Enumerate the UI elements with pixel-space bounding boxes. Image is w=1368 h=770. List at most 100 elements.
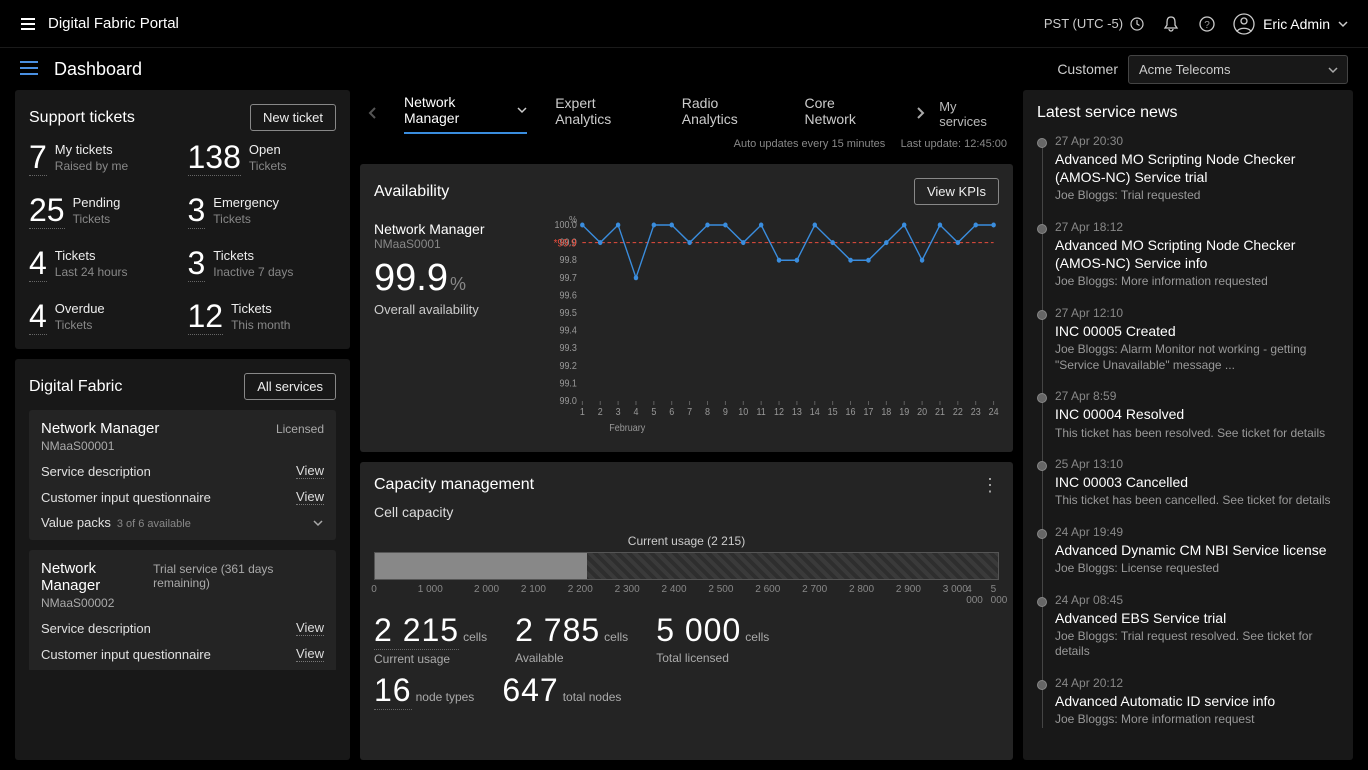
news-headline: Advanced EBS Service trial	[1055, 609, 1339, 627]
ticket-stat[interactable]: 3 Emergency Tickets	[188, 194, 337, 229]
news-item[interactable]: 27 Apr 18:12 Advanced MO Scripting Node …	[1055, 220, 1339, 290]
ticket-stat[interactable]: 3 Tickets Inactive 7 days	[188, 247, 337, 282]
tab-network-manager[interactable]: Network Manager	[404, 94, 527, 134]
capacity-stat-unit: cells	[463, 630, 487, 644]
ticket-number: 25	[29, 194, 65, 229]
service-name: Network Manager	[41, 560, 153, 594]
view-link[interactable]: View	[296, 620, 324, 636]
news-panel: Latest service news 27 Apr 20:30 Advance…	[1023, 90, 1353, 760]
service-card: Network ManagerLicensed NMaaS00001Servic…	[29, 410, 336, 540]
news-item[interactable]: 27 Apr 8:59 INC 00004 Resolved This tick…	[1055, 389, 1339, 441]
news-item[interactable]: 24 Apr 08:45 Advanced EBS Service trial …	[1055, 593, 1339, 660]
digital-fabric-title: Digital Fabric	[29, 378, 122, 396]
tab-core-network[interactable]: Core Network	[804, 94, 889, 134]
capacity-more-icon[interactable]: ⋮	[981, 481, 999, 490]
svg-text:4: 4	[633, 407, 638, 419]
tabs-prev-arrow[interactable]	[366, 106, 380, 123]
ticket-sublabel: Last 24 hours	[55, 265, 128, 281]
tabs-next-arrow[interactable]	[913, 106, 927, 123]
availability-service-id: NMaaS0001	[374, 237, 534, 251]
view-link[interactable]: View	[296, 463, 324, 479]
news-item[interactable]: 27 Apr 20:30 Advanced MO Scripting Node …	[1055, 134, 1339, 204]
tab-expert-analytics[interactable]: Expert Analytics	[555, 94, 654, 134]
ticket-stat[interactable]: 4 Overdue Tickets	[29, 300, 178, 335]
capacity-stat-sub: Total licensed	[656, 651, 769, 665]
news-dot-icon	[1037, 529, 1047, 539]
svg-text:21: 21	[935, 407, 945, 419]
availability-title: Availability	[374, 183, 449, 201]
ticket-number: 7	[29, 141, 47, 176]
user-menu[interactable]: Eric Admin	[1233, 13, 1348, 35]
news-description: Joe Bloggs: Trial requested	[1055, 188, 1339, 204]
view-kpis-button[interactable]: View KPIs	[914, 178, 999, 205]
all-services-button[interactable]: All services	[244, 373, 336, 400]
ticket-stat[interactable]: 7 My tickets Raised by me	[29, 141, 178, 176]
ticket-sublabel: Tickets	[249, 159, 287, 175]
news-headline: INC 00003 Cancelled	[1055, 473, 1339, 491]
service-tabs: Network Manager Expert Analytics Radio Ana…	[360, 90, 1013, 154]
ticket-stat[interactable]: 12 Tickets This month	[188, 300, 337, 335]
view-link[interactable]: View	[296, 646, 324, 662]
chevron-down-icon[interactable]	[312, 517, 324, 529]
svg-text:9: 9	[723, 407, 728, 419]
ticket-stat[interactable]: 138 Open Tickets	[188, 141, 337, 176]
svg-text:24: 24	[989, 407, 999, 419]
capacity-bar-fill	[375, 553, 587, 579]
ticket-stat[interactable]: 25 Pending Tickets	[29, 194, 178, 229]
news-headline: Advanced Automatic ID service info	[1055, 692, 1339, 710]
my-services-link[interactable]: My services	[939, 99, 1007, 129]
ticket-number: 3	[188, 247, 206, 282]
news-headline: INC 00005 Created	[1055, 322, 1339, 340]
ticket-sublabel: Tickets	[55, 318, 105, 334]
menu-toggle-icon[interactable]	[20, 61, 38, 78]
availability-percent: 99.9%	[374, 257, 534, 300]
tab-label: Expert Analytics	[555, 95, 654, 127]
svg-text:16: 16	[846, 407, 856, 419]
ticket-number: 138	[188, 141, 241, 176]
customer-select[interactable]: Acme Telecoms	[1128, 55, 1348, 84]
ticket-label: My tickets	[55, 142, 128, 159]
capacity-axis-tick: 2 400	[661, 584, 686, 595]
subheader: Dashboard Customer Acme Telecoms	[0, 48, 1368, 90]
news-dot-icon	[1037, 680, 1047, 690]
capacity-subtitle: Cell capacity	[374, 504, 999, 520]
new-ticket-button[interactable]: New ticket	[250, 104, 336, 131]
svg-text:?: ?	[1204, 20, 1210, 31]
news-item[interactable]: 27 Apr 12:10 INC 00005 Created Joe Blogg…	[1055, 306, 1339, 373]
svg-text:11: 11	[756, 407, 765, 419]
capacity-axis-tick: 2 800	[849, 584, 874, 595]
svg-text:99.3: 99.3	[559, 343, 576, 355]
tab-label: Core Network	[804, 95, 889, 127]
ticket-number: 4	[29, 300, 47, 335]
news-timestamp: 27 Apr 20:30	[1055, 134, 1339, 148]
customer-label: Customer	[1057, 61, 1118, 77]
svg-text:6: 6	[669, 407, 674, 419]
capacity-stat: 16node types	[374, 672, 474, 710]
news-item[interactable]: 24 Apr 19:49 Advanced Dynamic CM NBI Ser…	[1055, 525, 1339, 577]
news-item[interactable]: 24 Apr 20:12 Advanced Automatic ID servi…	[1055, 676, 1339, 728]
help-icon[interactable]: ?	[1197, 14, 1217, 34]
capacity-stat: 647total nodes	[502, 672, 621, 710]
news-timestamp: 25 Apr 13:10	[1055, 457, 1339, 471]
customer-selected: Acme Telecoms	[1139, 62, 1231, 77]
topbar: Digital Fabric Portal PST (UTC -5) ? Eri…	[0, 0, 1368, 48]
capacity-stat-unit: total nodes	[563, 690, 622, 704]
capacity-stat-number: 16	[374, 672, 412, 710]
news-timestamp: 24 Apr 19:49	[1055, 525, 1339, 539]
tab-radio-analytics[interactable]: Radio Analytics	[682, 94, 777, 134]
notifications-icon[interactable]	[1161, 14, 1181, 34]
auto-update-label: Auto updates every 15 minutes	[734, 138, 886, 150]
clock-icon	[1129, 16, 1145, 32]
ticket-stat[interactable]: 4 Tickets Last 24 hours	[29, 247, 178, 282]
ticket-sublabel: Tickets	[213, 212, 279, 228]
capacity-title: Capacity management	[374, 476, 534, 494]
news-item[interactable]: 25 Apr 13:10 INC 00003 Cancelled This ti…	[1055, 457, 1339, 509]
chevron-down-icon	[1327, 64, 1339, 76]
news-headline: Advanced MO Scripting Node Checker (AMOS…	[1055, 236, 1339, 272]
view-link[interactable]: View	[296, 489, 324, 505]
ticket-number: 4	[29, 247, 47, 282]
timezone-display[interactable]: PST (UTC -5)	[1044, 16, 1145, 32]
capacity-axis-tick: 2 300	[615, 584, 640, 595]
ticket-sublabel: Tickets	[73, 212, 121, 228]
news-description: Joe Bloggs: More information requested	[1055, 274, 1339, 290]
